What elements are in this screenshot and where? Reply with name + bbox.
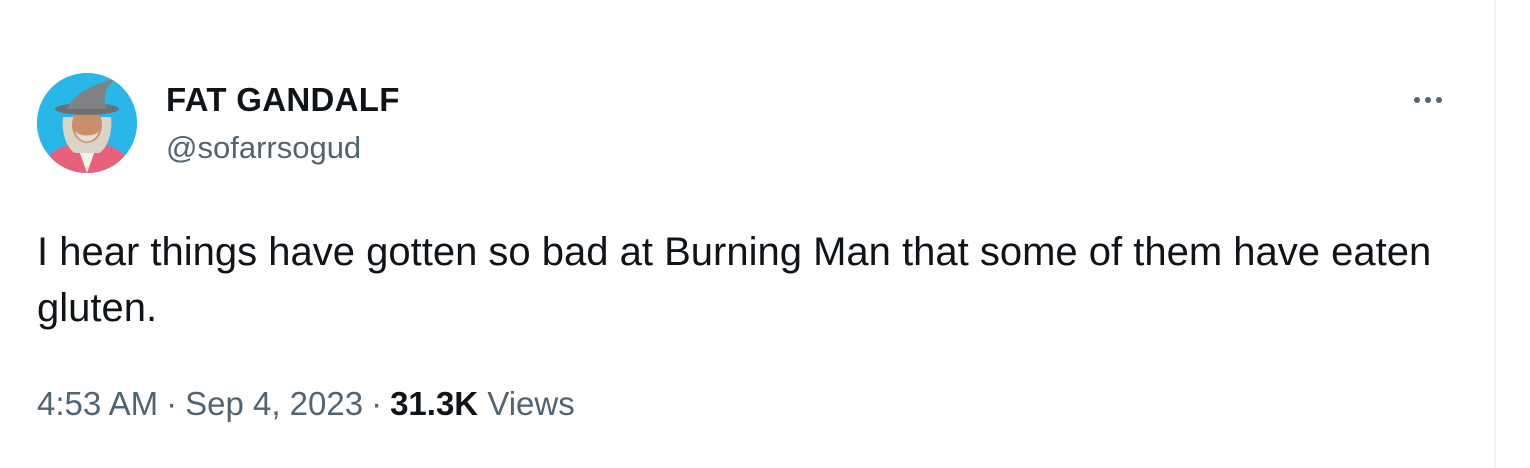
tweet-date[interactable]: Sep 4, 2023 <box>185 385 363 422</box>
tweet-card: FAT GANDALF @sofarrsogud I hear things h… <box>0 0 1494 468</box>
more-horizontal-icon-dot <box>1425 97 1431 103</box>
author-avatar[interactable] <box>37 73 137 173</box>
author-display-name[interactable]: FAT GANDALF <box>166 80 400 120</box>
meta-separator: · <box>166 385 178 422</box>
column-divider <box>1494 0 1496 468</box>
tweet-text: I hear things have gotten so bad at Burn… <box>37 230 1432 330</box>
views-label: Views <box>487 385 575 422</box>
author-handle[interactable]: @sofarrsogud <box>166 128 361 168</box>
views-count[interactable]: 31.3K <box>390 385 478 422</box>
more-horizontal-icon-dot <box>1436 97 1442 103</box>
tweet-meta: 4:53 AM · Sep 4, 2023 · 31.3K Views <box>37 382 575 426</box>
more-options-button[interactable] <box>1404 82 1452 118</box>
more-horizontal-icon <box>1414 97 1420 103</box>
avatar-wizard-hat-icon <box>37 73 137 173</box>
meta-separator: · <box>371 385 383 422</box>
tweet-time[interactable]: 4:53 AM <box>37 385 158 422</box>
